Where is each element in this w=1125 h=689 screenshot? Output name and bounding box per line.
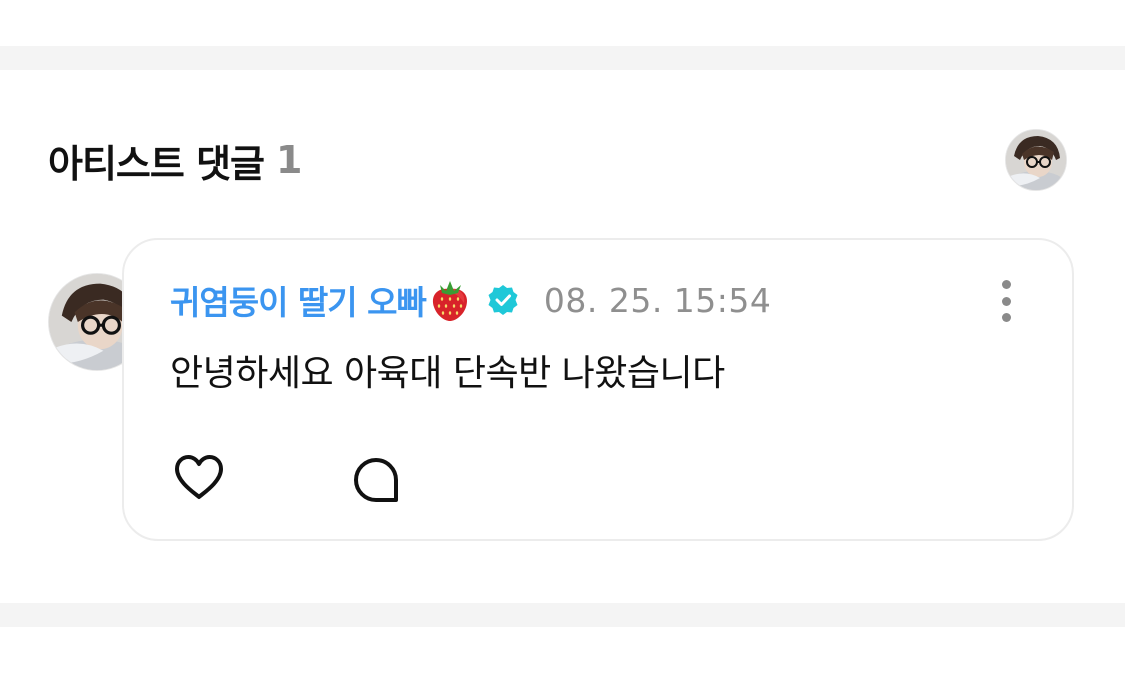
comment-author-name[interactable]: 귀염둥이 딸기 오빠 xyxy=(170,276,427,324)
comment-timestamp: 08. 25. 15:54 xyxy=(543,280,772,320)
more-options-icon[interactable] xyxy=(996,280,1016,322)
comment-text: 안녕하세요 아육대 단속반 나왔습니다 xyxy=(170,353,725,394)
strawberry-icon xyxy=(428,277,472,323)
section-title: 아티스트 댓글 xyxy=(48,141,265,186)
reply-icon[interactable] xyxy=(352,456,400,504)
section-header: 아티스트 댓글 1 xyxy=(48,136,302,186)
more-dot xyxy=(1001,296,1011,306)
section-divider-top xyxy=(0,46,1125,70)
comment-meta: 귀염둥이 딸기 오빠 08. 25. 15:54 xyxy=(170,276,772,324)
artist-avatar[interactable] xyxy=(1005,129,1067,191)
section-divider-bottom xyxy=(0,603,1125,627)
like-icon[interactable] xyxy=(172,452,226,502)
more-dot xyxy=(1001,313,1011,322)
comment-count: 1 xyxy=(276,138,302,182)
artist-avatar-image xyxy=(1006,130,1066,190)
verified-badge-icon xyxy=(486,283,520,317)
artist-comments-page: 아티스트 댓글 1 귀염둥이 딸기 오빠 08. 25. 15:54 안녕하세요… xyxy=(0,0,1125,689)
more-dot xyxy=(1001,280,1011,289)
comment-card: 귀염둥이 딸기 오빠 08. 25. 15:54 안녕하세요 아육대 단속반 나… xyxy=(122,238,1074,541)
